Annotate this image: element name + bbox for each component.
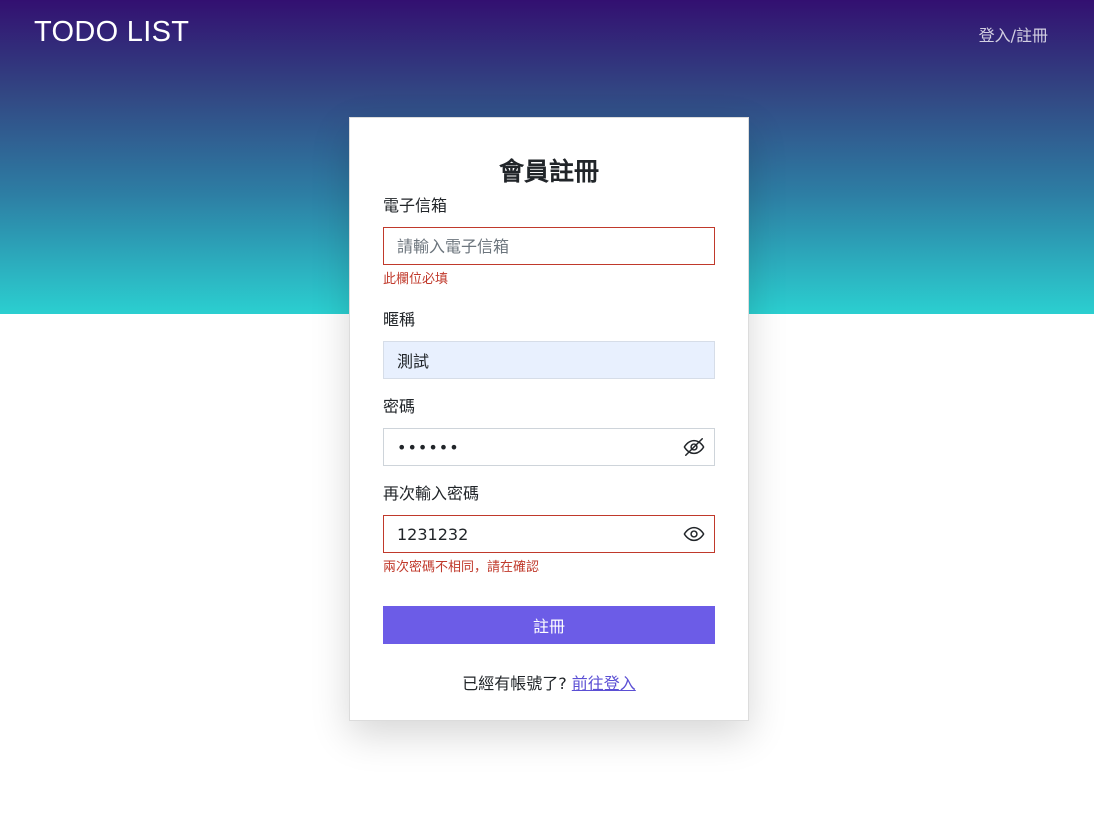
password-input-wrap [383,428,715,466]
nickname-label: 暱稱 [383,310,416,329]
email-input-wrap [383,227,715,265]
nickname-input-wrap [383,341,715,379]
confirm-password-error-message: 兩次密碼不相同，請在確認 [383,560,540,575]
confirm-password-input[interactable] [383,515,715,553]
confirm-password-label: 再次輸入密碼 [383,484,480,503]
register-submit-button[interactable]: 註冊 [383,606,715,644]
register-page: TODO LIST 登入/註冊 會員註冊 電子信箱 此欄位必填 暱稱 密碼 [0,0,1094,829]
eye-icon[interactable] [683,523,705,545]
nickname-field-group: 暱稱 [383,310,715,379]
nickname-input[interactable] [383,341,715,379]
email-error-message: 此欄位必填 [383,272,449,287]
nav-login-register-link[interactable]: 登入/註冊 [979,22,1048,46]
go-to-login-link[interactable]: 前往登入 [572,674,636,693]
email-label: 電子信箱 [383,196,448,215]
email-input[interactable] [383,227,715,265]
login-prompt-text: 已經有帳號了? [462,674,567,693]
email-field-group: 電子信箱 此欄位必填 [383,196,715,288]
eye-slash-icon[interactable] [683,436,705,458]
login-prompt: 已經有帳號了? 前往登入 [383,670,715,694]
page-title: 會員註冊 [498,157,599,186]
register-card: 會員註冊 電子信箱 此欄位必填 暱稱 密碼 [349,117,749,721]
password-label: 密碼 [383,397,416,416]
confirm-password-field-group: 再次輸入密碼 兩次密碼不相同，請在確認 [383,484,715,576]
password-input[interactable] [383,428,715,466]
brand-logo[interactable]: TODO LIST [34,16,189,49]
password-field-group: 密碼 [383,397,715,466]
confirm-password-input-wrap [383,515,715,553]
